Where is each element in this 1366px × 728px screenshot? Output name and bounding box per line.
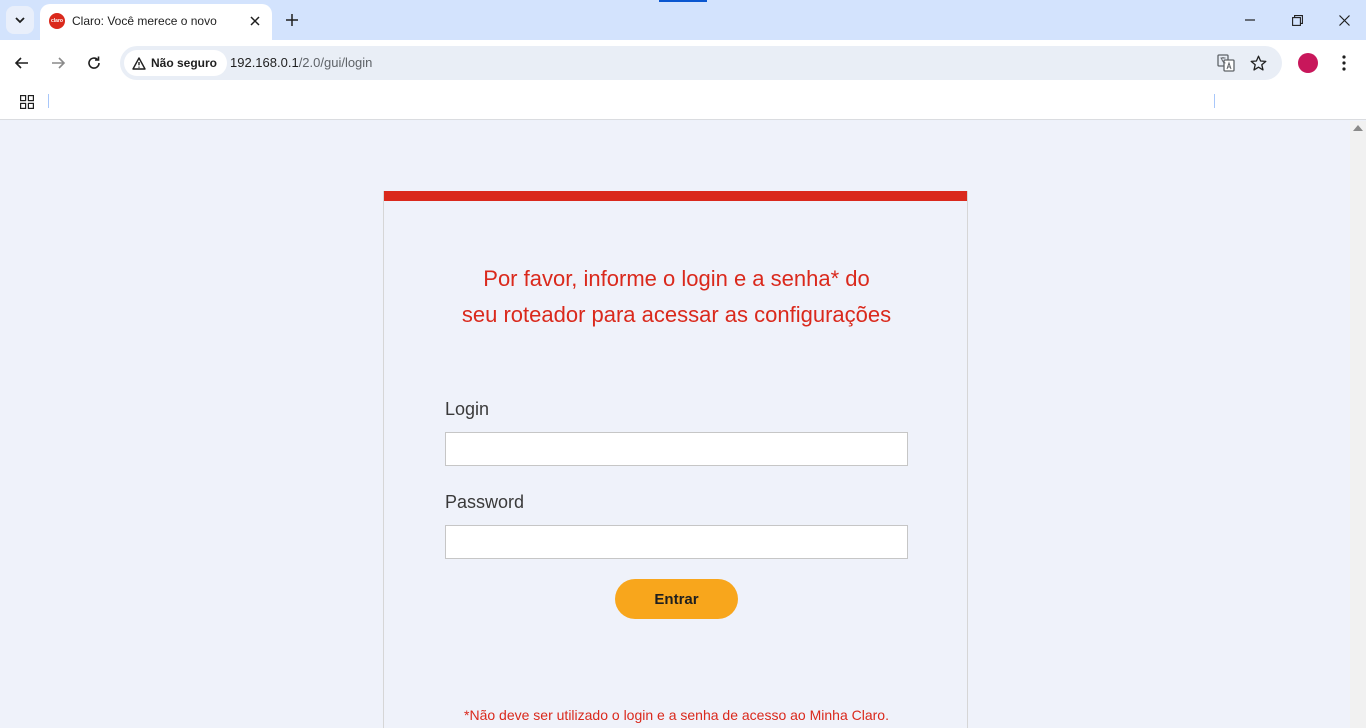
reload-button[interactable]	[80, 49, 108, 77]
page-viewport: Por favor, informe o login e a senha* do…	[0, 121, 1350, 728]
browser-toolbar: Não seguro 192.168.0.1/2.0/gui/login	[0, 40, 1366, 86]
address-bar[interactable]: Não seguro 192.168.0.1/2.0/gui/login	[120, 46, 1282, 80]
new-tab-button[interactable]	[281, 9, 303, 31]
tab-strip: claro Claro: Você merece o novo	[0, 0, 1366, 40]
translate-icon	[1217, 54, 1235, 72]
login-input[interactable]	[445, 432, 908, 466]
reload-icon	[88, 56, 100, 69]
close-icon	[1338, 14, 1350, 26]
password-input[interactable]	[445, 525, 908, 559]
translate-button[interactable]	[1215, 52, 1237, 74]
star-icon	[1250, 55, 1266, 71]
forward-button[interactable]	[44, 49, 72, 77]
back-button[interactable]	[8, 49, 36, 77]
tab-search-button[interactable]	[6, 6, 34, 34]
page-scrollbar[interactable]	[1350, 121, 1366, 728]
scroll-up-arrow-icon[interactable]	[1353, 125, 1363, 131]
close-window-button[interactable]	[1330, 6, 1358, 34]
footnote: *Não deve ser utilizado o login e a senh…	[464, 707, 889, 723]
tab-close-button[interactable]	[246, 12, 264, 30]
login-card: Por favor, informe o login e a senha* do…	[383, 191, 968, 728]
url-path: /2.0/gui/login	[298, 55, 373, 70]
more-vertical-icon	[1342, 55, 1346, 71]
security-label: Não seguro	[151, 56, 218, 70]
entrar-button[interactable]: Entrar	[615, 579, 738, 619]
url-host: 192.168.0.1	[230, 55, 299, 70]
restore-button[interactable]	[1283, 6, 1311, 34]
bookmarks-separator	[1214, 94, 1215, 108]
headline-line-1: Por favor, informe o login e a senha* do	[483, 266, 870, 291]
grid-icon	[20, 95, 34, 109]
plus-icon	[286, 14, 298, 26]
claro-favicon-icon: claro	[49, 13, 65, 29]
apps-button[interactable]	[17, 92, 37, 112]
bookmark-star-button[interactable]	[1247, 52, 1269, 74]
security-chip[interactable]: Não seguro	[124, 50, 228, 76]
chevron-down-icon	[15, 17, 25, 24]
password-label: Password	[445, 492, 525, 512]
browser-tab-active[interactable]: claro Claro: Você merece o novo	[40, 4, 272, 40]
arrow-left-icon	[14, 57, 28, 69]
tab-strip-accent	[659, 0, 707, 2]
browser-menu-button[interactable]	[1332, 49, 1356, 77]
arrow-right-icon	[52, 57, 66, 69]
minimize-icon	[1245, 19, 1255, 21]
bookmarks-bar	[0, 86, 1366, 120]
url-text[interactable]: 192.168.0.1/2.0/gui/login	[230, 55, 372, 70]
login-label: Login	[445, 399, 490, 419]
minimize-button[interactable]	[1236, 6, 1264, 34]
tab-title: Claro: Você merece o novo	[72, 14, 217, 28]
warning-triangle-icon	[132, 56, 146, 70]
card-top-bar	[384, 191, 967, 201]
bookmarks-separator	[48, 94, 49, 108]
close-icon	[250, 16, 260, 26]
restore-icon	[1291, 14, 1303, 26]
profile-avatar[interactable]	[1298, 53, 1318, 73]
page-headline: Por favor, informe o login e a senha* do…	[404, 261, 949, 333]
headline-line-2: seu roteador para acessar as configuraçõ…	[461, 302, 892, 327]
